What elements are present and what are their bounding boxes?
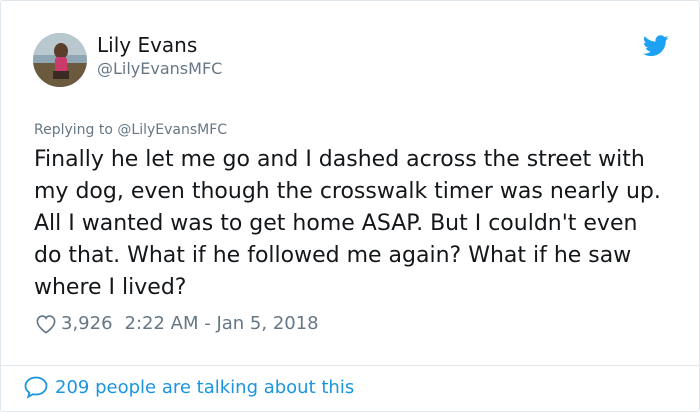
footer-divider	[1, 365, 699, 366]
embedded-tweet-card: Lily Evans @LilyEvansMFC Replying to @Li…	[0, 0, 700, 412]
speech-bubble-icon	[24, 376, 48, 399]
talking-about-text: 209 people are talking about this	[55, 376, 355, 398]
replying-to-label: Replying to	[34, 122, 113, 138]
like-button[interactable]: 3,926	[35, 313, 113, 334]
like-count: 3,926	[61, 313, 113, 334]
heart-icon	[36, 314, 56, 334]
tweet-text: Finally he let me go and I dashed across…	[34, 147, 661, 300]
twitter-bird-icon[interactable]	[642, 35, 669, 57]
author-name[interactable]: Lily Evans	[97, 33, 197, 57]
talking-about-link[interactable]: 209 people are talking about this	[23, 375, 354, 399]
tweet-meta: 3,926 2:22 AM - Jan 5, 2018	[35, 313, 319, 334]
author-handle[interactable]: @LilyEvansMFC	[97, 59, 222, 79]
replying-to-handle-link[interactable]: @LilyEvansMFC	[117, 122, 227, 138]
avatar[interactable]	[33, 33, 87, 87]
tweet-timestamp[interactable]: 2:22 AM - Jan 5, 2018	[125, 313, 319, 334]
replying-to: Replying to @LilyEvansMFC	[34, 121, 227, 139]
